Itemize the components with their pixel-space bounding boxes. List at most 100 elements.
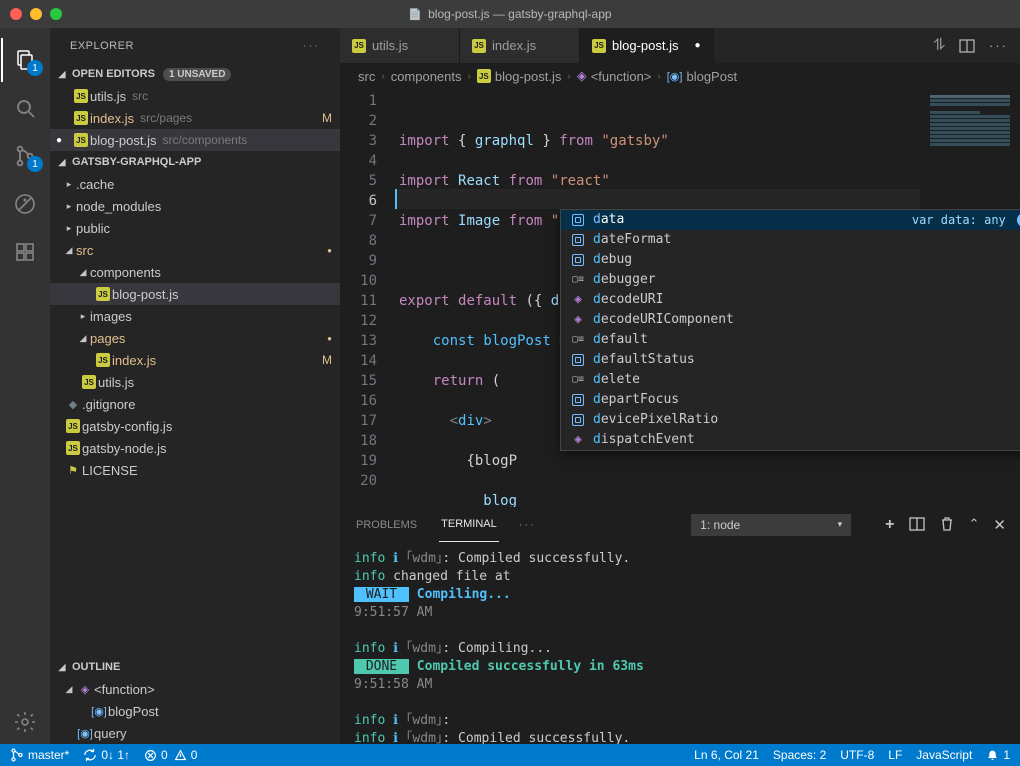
- folder-item[interactable]: ▸public: [50, 217, 340, 239]
- language-mode[interactable]: JavaScript: [916, 748, 972, 762]
- panel-tab-terminal[interactable]: TERMINAL: [439, 508, 499, 542]
- compare-changes-icon[interactable]: ⥮: [933, 37, 945, 55]
- intellisense-item[interactable]: ▢≡debugger: [561, 270, 1020, 290]
- indentation[interactable]: Spaces: 2: [773, 748, 826, 762]
- js-file-icon: JS: [472, 39, 486, 53]
- sidebar: EXPLORER ··· ◢ OPEN EDITORS 1 UNSAVED JS…: [50, 28, 340, 744]
- warnings-count[interactable]: 0: [174, 748, 198, 762]
- notifications-icon[interactable]: 1: [986, 748, 1010, 762]
- js-file-icon: JS: [592, 39, 606, 53]
- intellisense-item[interactable]: datavar data: any i: [561, 210, 1020, 230]
- sidebar-more-icon[interactable]: ···: [303, 40, 320, 52]
- panel-tabs: PROBLEMS TERMINAL ··· 1: node▾ + ⌃ ✕: [340, 508, 1020, 542]
- file-item[interactable]: ◆.gitignore: [50, 393, 340, 415]
- js-file-icon: JS: [74, 111, 88, 125]
- split-terminal-icon[interactable]: [909, 516, 925, 534]
- intellisense-item[interactable]: ▢≡delete: [561, 370, 1020, 390]
- variable-kind-icon: [572, 414, 584, 426]
- intellisense-item[interactable]: ◈decodeURIComponent: [561, 310, 1020, 330]
- tab[interactable]: JSutils.js: [340, 28, 460, 63]
- maximize-window-icon[interactable]: [50, 8, 62, 20]
- file-item[interactable]: JSgatsby-node.js: [50, 437, 340, 459]
- modified-mark: M: [322, 111, 332, 125]
- editor-group: JSutils.js JSindex.js JSblog-post.js● ⥮ …: [340, 28, 1020, 744]
- intellisense-item[interactable]: ◈dispatchEvent: [561, 430, 1020, 450]
- js-file-icon: JS: [74, 89, 88, 103]
- minimize-window-icon[interactable]: [30, 8, 42, 20]
- file-item[interactable]: JSindex.jsM: [50, 349, 340, 371]
- encoding[interactable]: UTF-8: [840, 748, 874, 762]
- js-file-icon: JS: [352, 39, 366, 53]
- trash-icon[interactable]: [939, 516, 955, 534]
- folder-item[interactable]: ◢pages●: [50, 327, 340, 349]
- editor[interactable]: 1234567891011121314151617181920 import {…: [340, 89, 1020, 507]
- source-control-icon[interactable]: 1: [1, 134, 49, 178]
- file-item[interactable]: JSutils.js: [50, 371, 340, 393]
- intellisense-item[interactable]: departFocus: [561, 390, 1020, 410]
- open-editor-item[interactable]: JS index.js src/pages M: [50, 107, 340, 129]
- git-branch[interactable]: master*: [10, 748, 69, 762]
- explorer-badge: 1: [27, 60, 43, 76]
- close-window-icon[interactable]: [10, 8, 22, 20]
- eol[interactable]: LF: [888, 748, 902, 762]
- extensions-icon[interactable]: [1, 230, 49, 274]
- outline-item[interactable]: ◢◈<function>: [50, 678, 340, 700]
- titlebar[interactable]: 📄 blog-post.js — gatsby-graphql-app: [0, 0, 1020, 28]
- js-file-icon: JS: [477, 69, 491, 83]
- open-editor-item[interactable]: JS utils.js src: [50, 85, 340, 107]
- errors-count[interactable]: 0: [144, 748, 168, 762]
- intellisense-item[interactable]: ▢≡default: [561, 330, 1020, 350]
- activity-bar: 1 1: [0, 28, 50, 744]
- workspace-header[interactable]: ◢ GATSBY-GRAPHQL-APP: [50, 151, 340, 173]
- js-file-icon: JS: [66, 419, 80, 433]
- function-kind-icon: ◈: [574, 310, 582, 330]
- outline-header[interactable]: ◢ OUTLINE: [50, 656, 340, 678]
- folder-item[interactable]: ◢src●: [50, 239, 340, 261]
- file-item[interactable]: JSblog-post.js: [50, 283, 340, 305]
- search-icon[interactable]: [1, 86, 49, 130]
- file-item[interactable]: JSgatsby-config.js: [50, 415, 340, 437]
- intellisense-item[interactable]: dateFormat: [561, 230, 1020, 250]
- function-kind-icon: ◈: [574, 290, 582, 310]
- dirty-dot-icon: ●: [56, 135, 72, 146]
- new-terminal-icon[interactable]: +: [885, 516, 894, 534]
- folder-item[interactable]: ▸.cache: [50, 173, 340, 195]
- intellisense-item[interactable]: debug: [561, 250, 1020, 270]
- file-item[interactable]: ⚑LICENSE: [50, 459, 340, 481]
- maximize-panel-icon[interactable]: ⌃: [969, 516, 980, 534]
- outline-item[interactable]: [◉]query: [50, 722, 340, 744]
- split-editor-icon[interactable]: [959, 38, 975, 54]
- close-panel-icon[interactable]: ✕: [993, 516, 1006, 534]
- intellisense-item[interactable]: defaultStatus: [561, 350, 1020, 370]
- terminal-selector[interactable]: 1: node▾: [691, 514, 851, 536]
- function-icon: ◈: [76, 683, 94, 696]
- keyword-kind-icon: ▢≡: [572, 270, 584, 290]
- intellisense-item[interactable]: ◈decodeURI: [561, 290, 1020, 310]
- panel-tab-problems[interactable]: PROBLEMS: [354, 508, 419, 542]
- outline-item[interactable]: [◉]blogPost: [50, 700, 340, 722]
- open-editor-item[interactable]: ● JS blog-post.js src/components: [50, 129, 340, 151]
- intellisense-detail: var data: any i: [912, 210, 1020, 230]
- folder-item[interactable]: ▸images: [50, 305, 340, 327]
- folder-item[interactable]: ◢components: [50, 261, 340, 283]
- more-actions-icon[interactable]: ···: [989, 38, 1008, 53]
- breadcrumb[interactable]: src› components› JS blog-post.js› ◈ <fun…: [340, 63, 1020, 89]
- tab[interactable]: JSindex.js: [460, 28, 580, 63]
- tab[interactable]: JSblog-post.js●: [580, 28, 714, 63]
- settings-icon[interactable]: [1, 700, 49, 744]
- unsaved-badge: 1 UNSAVED: [163, 68, 232, 81]
- folder-item[interactable]: ▸node_modules: [50, 195, 340, 217]
- sync-status[interactable]: 0↓ 1↑: [83, 748, 130, 762]
- variable-kind-icon: [572, 254, 584, 266]
- terminal-output[interactable]: info ℹ ｢wdm｣: Compiled successfully.info…: [340, 542, 1020, 744]
- cursor-position[interactable]: Ln 6, Col 21: [694, 748, 759, 762]
- open-editors-header[interactable]: ◢ OPEN EDITORS 1 UNSAVED: [50, 63, 340, 85]
- variable-kind-icon: [572, 234, 584, 246]
- debug-icon[interactable]: [1, 182, 49, 226]
- outline-section: ◢ OUTLINE ◢◈<function> [◉]blogPost [◉]qu…: [50, 656, 340, 744]
- intellisense-item[interactable]: devicePixelRatio: [561, 410, 1020, 430]
- explorer-icon[interactable]: 1: [1, 38, 49, 82]
- intellisense-popup[interactable]: datavar data: any idateFormatdebug▢≡debu…: [560, 209, 1020, 451]
- panel-overflow-icon[interactable]: ···: [519, 519, 536, 531]
- js-file-icon: JS: [82, 375, 96, 389]
